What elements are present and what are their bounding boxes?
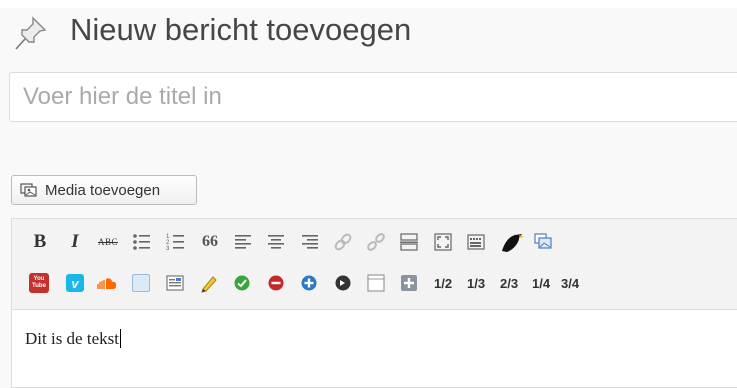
strikethrough-button[interactable]: ABC (97, 231, 119, 253)
numbered-list-icon: 123 (166, 234, 184, 252)
editor-toolbar: B I ABC 123 66 You Tube v 1/2 1/3 2/3 1/… (12, 219, 737, 310)
align-center-button[interactable] (265, 231, 287, 253)
strike-label: ABC (97, 237, 118, 247)
minus-circle-icon (268, 275, 284, 291)
link-icon (334, 233, 352, 251)
image-icon (534, 233, 552, 249)
align-center-icon (268, 235, 284, 249)
content-editor[interactable]: B I ABC 123 66 You Tube v 1/2 1/3 2/3 1/… (11, 218, 737, 388)
svg-text:3: 3 (166, 246, 170, 252)
fraction-2-3-button[interactable]: 2/3 (500, 272, 518, 294)
vimeo-label: v (71, 275, 79, 291)
add-media-button[interactable]: Media toevoegen (11, 175, 197, 205)
pencil-icon (201, 276, 217, 293)
more-tag-icon (400, 233, 418, 251)
add-box-button[interactable] (398, 272, 420, 294)
top-band (0, 0, 737, 8)
column-box-button[interactable] (365, 272, 387, 294)
fraction-1-2-button[interactable]: 1/2 (434, 272, 452, 294)
text-box-button[interactable] (164, 272, 186, 294)
blockquote-button[interactable]: 66 (199, 231, 221, 253)
fullscreen-button[interactable] (432, 231, 454, 253)
soundcloud-button[interactable] (96, 272, 118, 294)
twitter-bird-button[interactable] (498, 229, 526, 257)
pushpin-icon (15, 16, 47, 50)
black-arrow-button[interactable] (332, 272, 354, 294)
unlink-icon (367, 233, 385, 251)
align-right-icon (302, 235, 318, 249)
align-left-button[interactable] (232, 231, 254, 253)
fraction-1-4-button[interactable]: 1/4 (532, 272, 550, 294)
bullet-list-button[interactable] (130, 231, 152, 253)
fraction-1-3-button[interactable]: 1/3 (467, 272, 485, 294)
numbered-list-button[interactable]: 123 (164, 231, 186, 253)
vimeo-button[interactable]: v (64, 272, 86, 294)
arrow-circle-icon (335, 275, 351, 291)
insert-link-button[interactable] (332, 231, 354, 253)
italic-button[interactable]: I (64, 231, 86, 253)
editor-text: Dit is de tekst (25, 329, 119, 348)
insert-more-button[interactable] (398, 231, 420, 253)
add-media-label: Media toevoegen (45, 181, 161, 199)
box-button[interactable] (130, 272, 152, 294)
text-box-icon (166, 275, 184, 291)
align-left-icon (235, 235, 251, 249)
fullscreen-icon (434, 233, 452, 251)
check-circle-icon (234, 275, 250, 291)
italic-label: I (71, 231, 79, 252)
youtube-label: You Tube (32, 276, 46, 289)
align-right-button[interactable] (299, 231, 321, 253)
fraction-3-4-button[interactable]: 3/4 (561, 272, 579, 294)
green-check-button[interactable] (231, 272, 253, 294)
bold-button[interactable]: B (29, 231, 51, 253)
youtube-icon: You Tube (29, 273, 49, 293)
editor-content[interactable]: Dit is de tekst (25, 329, 121, 349)
vimeo-icon: v (66, 274, 84, 292)
black-bird-icon (502, 234, 524, 252)
plus-circle-icon (301, 275, 317, 291)
remove-link-button[interactable] (365, 231, 387, 253)
kitchen-sink-button[interactable] (465, 231, 487, 253)
column-icon (367, 274, 385, 292)
keyboard-icon (467, 234, 485, 250)
bullet-list-icon (133, 234, 150, 250)
media-icon (20, 183, 37, 197)
insert-image-button[interactable] (532, 231, 554, 253)
red-minus-button[interactable] (265, 272, 287, 294)
soundcloud-icon (97, 278, 117, 289)
page-title: Nieuw bericht toevoegen (70, 12, 412, 47)
blue-plus-button[interactable] (298, 272, 320, 294)
blank-box-icon (132, 274, 150, 292)
add-box-icon (401, 275, 417, 291)
youtube-button[interactable]: You Tube (28, 272, 50, 294)
text-caret (119, 329, 121, 348)
highlight-button[interactable] (198, 272, 220, 294)
blockquote-label: 66 (202, 233, 218, 250)
title-field[interactable] (9, 72, 737, 122)
bold-label: B (33, 231, 47, 252)
